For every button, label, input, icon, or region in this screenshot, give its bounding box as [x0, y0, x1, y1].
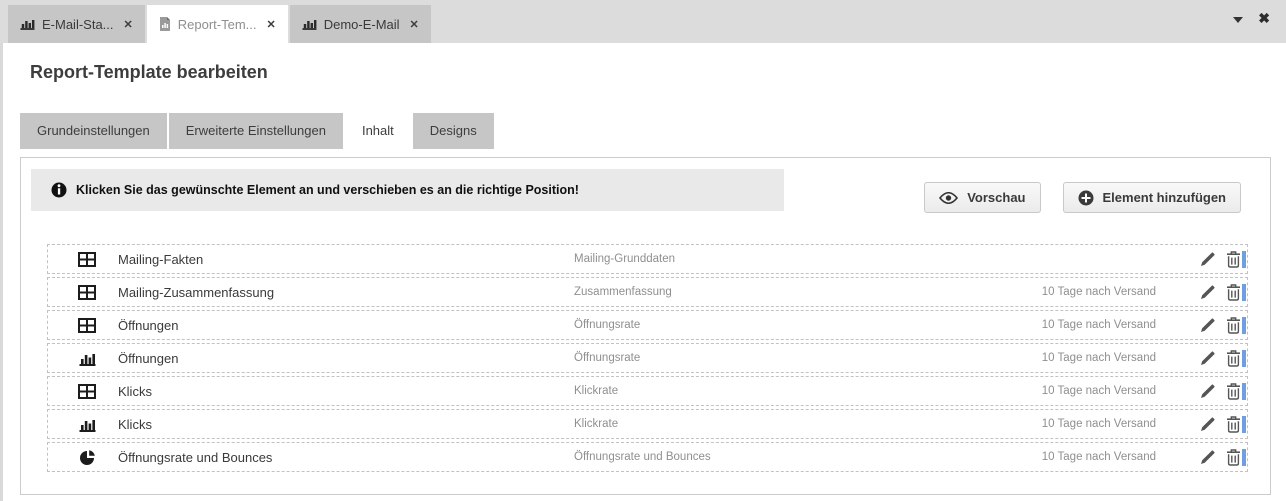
element-subtitle: Öffnungsrate und Bounces: [574, 451, 711, 463]
delete-trash-icon[interactable]: [1226, 317, 1241, 334]
row-highlight-strip: [1242, 317, 1246, 334]
row-highlight-strip: [1242, 449, 1246, 466]
list-item-klicks-tabelle[interactable]: Klicks Klickrate 10 Tage nach Versand: [47, 376, 1248, 406]
element-title: Öffnungsrate und Bounces: [118, 450, 272, 465]
list-item-oeffnungsrate-bounces[interactable]: Öffnungsrate und Bounces Öffnungsrate un…: [47, 442, 1248, 472]
window-tab-label: E-Mail-Sta...: [42, 17, 114, 32]
bar-chart-icon: [78, 417, 96, 432]
edit-pencil-icon[interactable]: [1200, 284, 1216, 300]
report-element-list: Mailing-Fakten Mailing-Grunddaten Mailin…: [47, 244, 1248, 475]
element-timing: 10 Tage nach Versand: [1042, 418, 1156, 430]
info-icon: [51, 182, 67, 198]
delete-trash-icon[interactable]: [1226, 251, 1241, 268]
page-title: Report-Template bearbeiten: [30, 62, 268, 83]
delete-trash-icon[interactable]: [1226, 350, 1241, 367]
info-bar: Klicken Sie das gewünschte Element an un…: [31, 169, 784, 211]
window-tab-email-statistik[interactable]: E-Mail-Sta... ✕: [8, 5, 145, 43]
window-tabs: E-Mail-Sta... ✕ Report-Tem... ✕ Demo-E-M…: [8, 5, 431, 43]
content-panel: Klicken Sie das gewünschte Element an un…: [20, 157, 1271, 495]
row-highlight-strip: [1242, 350, 1246, 367]
element-title: Öffnungen: [118, 351, 178, 366]
element-timing: 10 Tage nach Versand: [1042, 319, 1156, 331]
bar-chart-icon: [20, 18, 35, 30]
bar-chart-icon: [302, 18, 317, 30]
edit-pencil-icon[interactable]: [1200, 251, 1216, 267]
page-left-edge: [0, 43, 3, 501]
tab-grundeinstellungen[interactable]: Grundeinstellungen: [20, 113, 167, 149]
window-tab-label: Demo-E-Mail: [324, 17, 400, 32]
tab-designs[interactable]: Designs: [413, 113, 494, 149]
close-icon[interactable]: ✕: [410, 18, 419, 31]
add-element-button[interactable]: Element hinzufügen: [1063, 182, 1242, 213]
element-title: Öffnungen: [118, 318, 178, 333]
close-icon[interactable]: ✕: [266, 18, 275, 31]
element-title: Klicks: [118, 417, 152, 432]
window-tab-demo-email[interactable]: Demo-E-Mail ✕: [290, 5, 431, 43]
list-item-mailing-zusammenfassung[interactable]: Mailing-Zusammenfassung Zusammenfassung …: [47, 277, 1248, 307]
tab-erweiterte-einstellungen[interactable]: Erweiterte Einstellungen: [169, 113, 343, 149]
delete-trash-icon[interactable]: [1226, 416, 1241, 433]
preview-button[interactable]: Vorschau: [924, 182, 1040, 213]
row-highlight-strip: [1242, 416, 1246, 433]
element-title: Mailing-Fakten: [118, 252, 203, 267]
edit-pencil-icon[interactable]: [1200, 350, 1216, 366]
row-highlight-strip: [1242, 284, 1246, 301]
delete-trash-icon[interactable]: [1226, 449, 1241, 466]
preview-button-label: Vorschau: [967, 190, 1025, 205]
edit-pencil-icon[interactable]: [1200, 416, 1216, 432]
table-icon: [78, 318, 96, 333]
element-subtitle: Klickrate: [574, 385, 618, 397]
table-icon: [78, 384, 96, 399]
close-icon[interactable]: ✕: [124, 18, 133, 31]
eye-icon: [939, 192, 958, 204]
element-subtitle: Öffnungsrate: [574, 319, 640, 331]
window-controls: ✖: [1233, 11, 1270, 25]
element-timing: 10 Tage nach Versand: [1042, 385, 1156, 397]
action-buttons: Vorschau Element hinzufügen: [924, 182, 1241, 213]
element-timing: 10 Tage nach Versand: [1042, 286, 1156, 298]
list-item-mailing-fakten[interactable]: Mailing-Fakten Mailing-Grunddaten: [47, 244, 1248, 274]
element-timing: 10 Tage nach Versand: [1042, 352, 1156, 364]
add-element-button-label: Element hinzufügen: [1103, 190, 1227, 205]
window-tab-report-template[interactable]: Report-Tem... ✕: [147, 5, 288, 43]
caret-down-icon[interactable]: [1233, 17, 1243, 23]
window-tab-bar: E-Mail-Sta... ✕ Report-Tem... ✕ Demo-E-M…: [0, 0, 1286, 43]
settings-tab-strip: Grundeinstellungen Erweiterte Einstellun…: [20, 113, 494, 155]
delete-trash-icon[interactable]: [1226, 383, 1241, 400]
info-text: Klicken Sie das gewünschte Element an un…: [76, 183, 579, 197]
list-item-klicks-diagramm[interactable]: Klicks Klickrate 10 Tage nach Versand: [47, 409, 1248, 439]
row-highlight-strip: [1242, 251, 1246, 268]
list-item-oeffnungen-tabelle[interactable]: Öffnungen Öffnungsrate 10 Tage nach Vers…: [47, 310, 1248, 340]
element-subtitle: Öffnungsrate: [574, 352, 640, 364]
report-file-icon: [159, 17, 171, 31]
list-item-oeffnungen-diagramm[interactable]: Öffnungen Öffnungsrate 10 Tage nach Vers…: [47, 343, 1248, 373]
delete-trash-icon[interactable]: [1226, 284, 1241, 301]
element-subtitle: Mailing-Grunddaten: [574, 253, 675, 265]
edit-pencil-icon[interactable]: [1200, 383, 1216, 399]
tab-inhalt[interactable]: Inhalt: [345, 113, 411, 155]
table-icon: [78, 252, 96, 267]
bar-chart-icon: [78, 351, 96, 366]
edit-pencil-icon[interactable]: [1200, 449, 1216, 465]
window-tab-label: Report-Tem...: [178, 17, 257, 32]
element-subtitle: Klickrate: [574, 418, 618, 430]
element-subtitle: Zusammenfassung: [574, 286, 672, 298]
element-title: Klicks: [118, 384, 152, 399]
table-icon: [78, 285, 96, 300]
plus-circle-icon: [1078, 190, 1094, 206]
element-timing: 10 Tage nach Versand: [1042, 451, 1156, 463]
pie-chart-icon: [78, 449, 96, 466]
element-title: Mailing-Zusammenfassung: [118, 285, 274, 300]
edit-pencil-icon[interactable]: [1200, 317, 1216, 333]
window-close-icon[interactable]: ✖: [1258, 11, 1270, 25]
row-highlight-strip: [1242, 383, 1246, 400]
